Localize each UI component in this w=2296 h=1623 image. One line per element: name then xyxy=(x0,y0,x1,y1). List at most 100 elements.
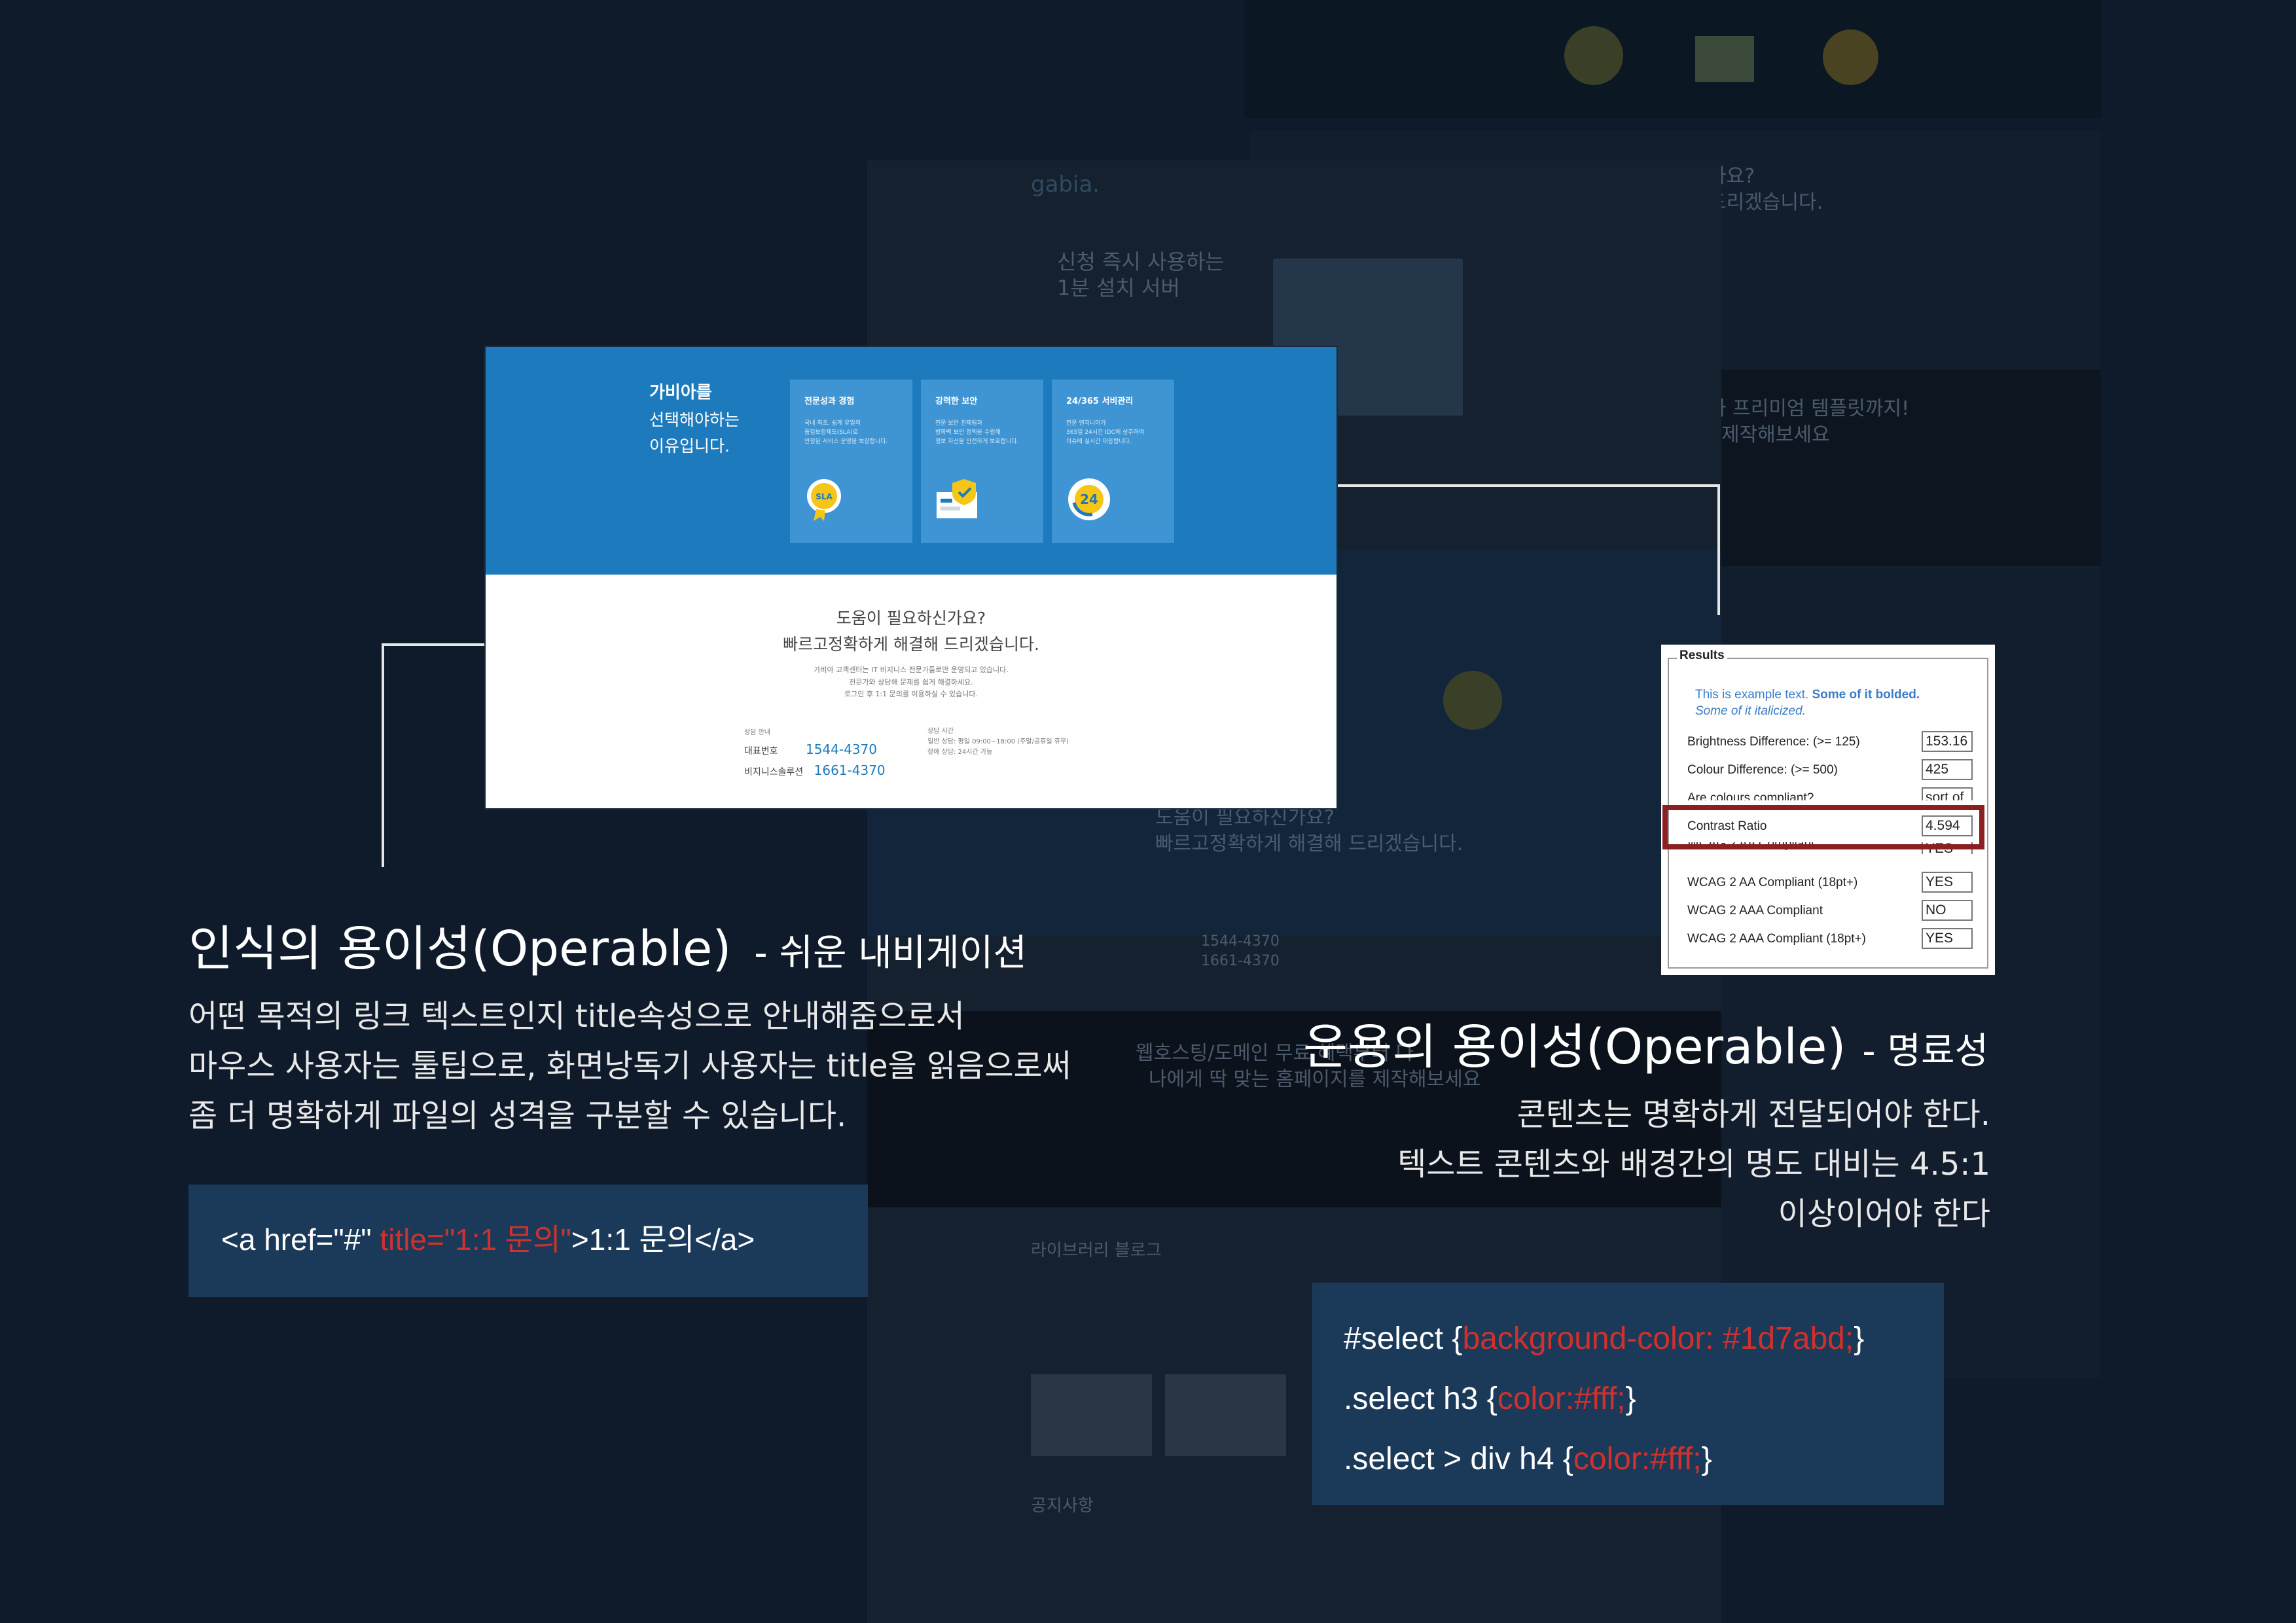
result-row: WCAG 2 AA Compliant (18pt+) YES xyxy=(1687,870,1981,895)
feature-title: 전문성과 경험 xyxy=(804,397,855,406)
code-text: >1:1 문의</a> xyxy=(571,1222,755,1257)
result-row: Brightness Difference: (>= 125) 153.16 xyxy=(1687,730,1981,755)
code-line: .select > div h4 {color:#fff;} xyxy=(1344,1429,1912,1489)
connector-line-left xyxy=(382,645,384,867)
background-screenshot-top xyxy=(1244,0,2101,118)
code-text: } xyxy=(1701,1442,1712,1476)
result-label: WCAG 2 AAA Compliant (18pt+) xyxy=(1687,932,1866,946)
feature-desc: 안정된 서비스 운영을 보장합니다. xyxy=(804,438,888,445)
why-gabia-heading: 가비아를 선택해야하는 이유입니다. xyxy=(649,380,740,459)
code-text: #select { xyxy=(1344,1321,1463,1356)
result-value: 425 xyxy=(1922,759,1973,780)
result-value: YES xyxy=(1922,928,1973,949)
result-value: NO xyxy=(1922,900,1973,921)
help-section: 도움이 필요하신가요? 빠르고정확하게 해결해 드리겠습니다. 가비아 고객센터… xyxy=(486,605,1336,701)
faded-answer: 드리겠습니다. xyxy=(1708,191,1823,214)
faded-help-2: 빠르고정확하게 해결해 드리겠습니다. xyxy=(1155,832,1463,855)
result-value: sort of xyxy=(1922,787,1973,800)
code-text: .select h3 { xyxy=(1344,1382,1498,1416)
right-body-line-2: 텍스트 콘텐츠와 배경간의 명도 대비는 4.5:1 xyxy=(1397,1146,1990,1183)
right-body: 콘텐츠는 명확하게 전달되어야 한다. 텍스트 콘텐츠와 배경간의 명도 대비는… xyxy=(1397,1090,1990,1239)
left-body-line-2: 마우스 사용자는 툴팁으로, 화면낭독기 사용자는 title을 읽음으로써 xyxy=(188,1048,1071,1084)
help-title-2: 빠르고정확하게 해결해 드리겠습니다. xyxy=(783,635,1039,654)
feature-title: 강력한 보안 xyxy=(935,397,978,406)
code-line: #select {background-color: #1d7abd;} xyxy=(1344,1309,1912,1369)
result-label: Are colours compliant? xyxy=(1687,791,1814,800)
left-heading: 인식의 용이성(Operable) - 쉬운 내비게이션 xyxy=(188,910,1027,980)
main-phone-label: 대표번호 xyxy=(744,746,778,757)
faded-premium: 와 프리미엄 템플릿까지! xyxy=(1708,397,1910,420)
code-line: <a href="#" title="1:1 문의">1:1 문의</a> xyxy=(221,1216,835,1259)
faded-blog-title: 라이브러리 블로그 xyxy=(1031,1241,1162,1260)
gabia-screenshot-card: 가비아를 선택해야하는 이유입니다. 전문성과 경험 국내 최초, 쉽게 유일의… xyxy=(486,347,1336,808)
feature-desc: 품질보장제도(SLA)로 xyxy=(804,429,859,436)
contact-label: 상담 안내 xyxy=(744,729,770,736)
left-body: 어떤 목적의 링크 텍스트인지 title속성으로 안내해줌으로서 마우스 사용… xyxy=(188,991,1071,1141)
why-gabia-section: 가비아를 선택해야하는 이유입니다. 전문성과 경험 국내 최초, 쉽게 유일의… xyxy=(486,347,1336,575)
connector-line-left-h xyxy=(382,643,486,646)
faded-24-icon xyxy=(1443,671,1502,730)
faded-blog-image-2 xyxy=(1165,1374,1286,1456)
faded-phone-2: 1661-4370 xyxy=(1201,953,1280,969)
sample-text-italic: Some of it italicized. xyxy=(1695,704,1806,718)
why-bold: 가비아를 xyxy=(649,383,712,402)
main-phone-row: 대표번호 1544-4370 xyxy=(744,741,886,757)
right-code-snippet: #select {background-color: #1d7abd;} .se… xyxy=(1312,1283,1944,1505)
code-text: } xyxy=(1625,1382,1636,1416)
feature-desc: 이슈에 실시간 대응합니다. xyxy=(1066,438,1132,445)
left-heading-main: 인식의 용이성(Operable) xyxy=(188,921,732,977)
feature-desc: 정보 자산을 안전하게 보호합니다. xyxy=(935,438,1019,445)
help-title-1: 도움이 필요하신가요? xyxy=(836,609,986,628)
faded-help-1: 도움이 필요하신가요? xyxy=(1155,806,1335,829)
code-highlight: color:#fff; xyxy=(1573,1442,1702,1476)
faded-logo: gabia. xyxy=(1031,171,1100,198)
biz-phone-number[interactable]: 1661-4370 xyxy=(814,762,886,778)
right-heading-main: 운용의 용이성(Operable) xyxy=(1303,1019,1846,1075)
connector-line-right-h xyxy=(1336,484,1719,487)
result-row: WCAG 2 AAA Compliant NO xyxy=(1687,899,1981,923)
results-legend: Results xyxy=(1677,649,1727,663)
result-label: Colour Difference: (>= 500) xyxy=(1687,763,1838,777)
biz-phone-label: 비지니스솔루션 xyxy=(744,767,804,777)
help-sub-2: 전문가와 상담해 문제를 쉽게 해결하세요. xyxy=(849,677,973,687)
security-faded-icon xyxy=(1695,36,1754,82)
code-text: .select > div h4 { xyxy=(1344,1442,1573,1476)
24h-service-icon: 24 xyxy=(1066,476,1112,525)
main-phone-number[interactable]: 1544-4370 xyxy=(806,741,877,757)
sample-text-bold: Some of it bolded. xyxy=(1812,688,1920,702)
code-text: } xyxy=(1854,1321,1865,1356)
result-row: Colour Difference: (>= 500) 425 xyxy=(1687,758,1981,783)
why-line-3: 이유입니다. xyxy=(649,436,730,455)
right-body-line-3: 이상이어야 한다 xyxy=(1778,1196,1990,1232)
help-sub-3: 로그인 후 1:1 문의를 이용하실 수 있습니다. xyxy=(844,690,978,699)
result-row: Are colours compliant? sort of xyxy=(1687,786,1981,800)
sla-badge-icon: SLA xyxy=(804,476,844,525)
right-heading-sub: - 명료성 xyxy=(1862,1030,1988,1073)
left-body-line-1: 어떤 목적의 링크 텍스트인지 title속성으로 안내해줌으로서 xyxy=(188,998,965,1035)
code-highlight: background-color: #1d7abd; xyxy=(1462,1321,1854,1356)
contact-info: 상담 안내 대표번호 1544-4370 비지니스솔루션 1661-4370 xyxy=(744,726,886,778)
code-highlight: title="1:1 문의" xyxy=(380,1222,571,1257)
hours-label: 상담 시간 xyxy=(927,728,954,735)
left-body-line-3: 좀 더 명확하게 파일의 성격을 구분할 수 있습니다. xyxy=(188,1097,847,1134)
result-label: WCAG 2 AAA Compliant xyxy=(1687,904,1823,918)
code-text: <a href="#" xyxy=(221,1222,380,1257)
hours-line-1: 일반 상담: 평일 09:00~18:00 (주말/공휴일 휴무) xyxy=(927,738,1069,745)
svg-text:24: 24 xyxy=(1080,491,1098,507)
result-row: WCAG 2 AAA Compliant (18pt+) YES xyxy=(1687,927,1981,952)
feature-card-security: 강력한 보안 전문 보안 관제팀과 방화벽 보안 정책을 수립해 정보 자산을 … xyxy=(921,380,1043,543)
connector-line-right xyxy=(1717,484,1720,615)
contrast-ratio-highlight xyxy=(1662,805,1984,849)
feature-desc: 전문 엔지니어가 xyxy=(1066,420,1106,427)
left-heading-sub: - 쉬운 내비게이션 xyxy=(754,932,1027,974)
sla-faded-icon xyxy=(1564,26,1623,85)
result-label: Brightness Difference: (>= 125) xyxy=(1687,735,1860,749)
feature-title: 24/365 서비관리 xyxy=(1066,397,1134,406)
security-shield-icon xyxy=(935,476,981,525)
code-line: .select h3 {color:#fff;} xyxy=(1344,1369,1912,1429)
24h-faded-icon xyxy=(1823,29,1878,85)
help-sub-1: 가비아 고객센터는 IT 비지니스 전문가들로만 운영되고 있습니다. xyxy=(814,666,1009,674)
biz-phone-row: 비지니스솔루션 1661-4370 xyxy=(744,762,886,778)
feature-desc: 방화벽 보안 정책을 수립해 xyxy=(935,429,1001,436)
feature-desc: 전문 보안 관제팀과 xyxy=(935,420,982,427)
